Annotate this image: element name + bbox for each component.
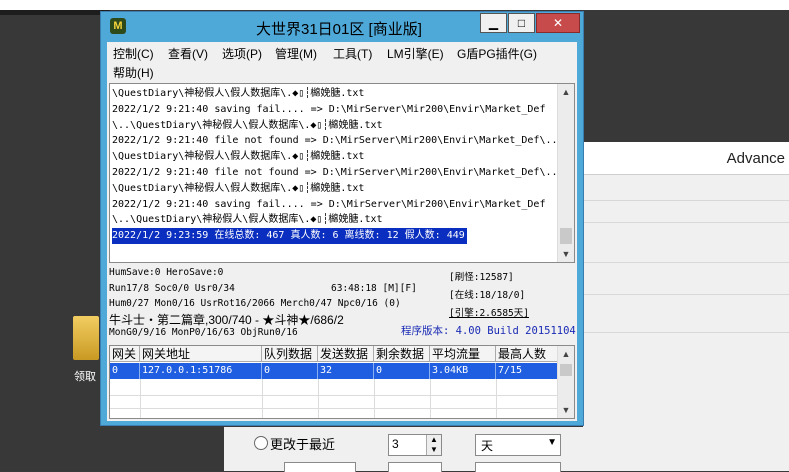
- spinner-arrows-icon[interactable]: ▲ ▼: [426, 435, 441, 455]
- uptime-stat: 63:48:18 [M][F]: [331, 283, 417, 294]
- title-bar[interactable]: M 大世界31日01区 [商业版] ▁ □ ✕: [101, 12, 583, 42]
- scroll-thumb[interactable]: [560, 364, 572, 376]
- grid-line: [496, 379, 497, 418]
- log-textbox[interactable]: \QuestDiary\神秘假人\假人数据库\.◆▯┆檰娩膅.txt 2022/…: [109, 83, 575, 263]
- table-cell: 3.04KB: [430, 363, 496, 379]
- column-header[interactable]: 最高人数: [496, 346, 558, 362]
- window-client: 控制(C) 查看(V) 选项(P) 管理(M) 工具(T) LM引擎(E) G盾…: [107, 42, 577, 421]
- desktop-dark-bar: [0, 10, 110, 15]
- menu-tools[interactable]: 工具(T): [333, 45, 372, 62]
- menu-gshield-plugin[interactable]: G盾PG插件(G): [457, 45, 537, 62]
- bg-row-line: [583, 332, 789, 333]
- mon-stat: MonG0/9/16 MonP0/16/63 ObjRun0/16: [109, 327, 298, 338]
- scroll-up-icon[interactable]: ▲: [558, 84, 574, 100]
- table-row[interactable]: 0 127.0.0.1:51786 0 32 0 3.04KB 7/15: [110, 363, 558, 379]
- column-header[interactable]: 平均流量: [430, 346, 496, 362]
- menu-view[interactable]: 查看(V): [168, 45, 208, 62]
- recent-change-label: 更改于最近: [270, 437, 336, 452]
- maximize-button[interactable]: □: [508, 13, 535, 33]
- log-scrollbar[interactable]: ▲ ▼: [557, 84, 574, 262]
- chevron-down-icon[interactable]: ▼: [547, 437, 557, 448]
- grid-line: [430, 379, 431, 418]
- grid-line: [318, 379, 319, 418]
- grid-line: [110, 408, 558, 409]
- folder-icon[interactable]: [73, 316, 99, 360]
- scroll-thumb[interactable]: [560, 228, 572, 244]
- minimize-button[interactable]: ▁: [480, 13, 507, 33]
- log-line-selected[interactable]: 2022/1/2 9:23:59 在线总数: 467 真人数: 6 离线数: 1…: [112, 228, 467, 244]
- log-line: 2022/1/2 9:21:40 file not found => D:\Mi…: [112, 135, 558, 147]
- column-header[interactable]: 网关: [110, 346, 140, 362]
- table-cell: 0: [374, 363, 430, 379]
- run-stat: Run17/8 Soc0/0 Usr0/34: [109, 283, 235, 294]
- log-line: \..\QuestDiary\神秘假人\假人数据库\.◆▯┆檰娩膅.txt: [112, 119, 383, 131]
- column-header[interactable]: 剩余数据: [374, 346, 430, 362]
- log-line: 2022/1/2 9:21:40 saving fail.... => D:\M…: [112, 198, 546, 210]
- recent-change-radio[interactable]: [254, 436, 268, 450]
- main-window: M 大世界31日01区 [商业版] ▁ □ ✕ 控制(C) 查看(V) 选项(P…: [100, 11, 584, 426]
- fighter-stat: 牛斗士・第二篇章,300/740 - ★斗神★/686/2: [109, 313, 344, 327]
- log-line: 2022/1/2 9:21:40 saving fail.... => D:\M…: [112, 103, 546, 115]
- log-line: \..\QuestDiary\神秘假人\假人数据库\.◆▯┆檰娩膅.txt: [112, 214, 383, 226]
- menu-help[interactable]: 帮助(H): [113, 64, 154, 81]
- scroll-up-icon[interactable]: ▲: [558, 346, 574, 362]
- column-header[interactable]: 队列数据: [262, 346, 318, 362]
- unit-select[interactable]: 天 ▼: [475, 434, 561, 456]
- log-line: \QuestDiary\神秘假人\假人数据库\.◆▯┆檰娩膅.txt: [112, 88, 365, 99]
- background-window: Advance: [583, 142, 789, 471]
- unit-select-value: 天: [481, 439, 494, 453]
- table-scrollbar[interactable]: ▲ ▼: [557, 346, 574, 418]
- table-header: 网关 网关地址 队列数据 发送数据 剩余数据 平均流量 最高人数: [110, 346, 558, 362]
- grid-line: [140, 379, 141, 418]
- column-header[interactable]: 发送数据: [318, 346, 374, 362]
- menu-lm-engine[interactable]: LM引擎(E): [387, 45, 444, 62]
- close-button[interactable]: ✕: [536, 13, 580, 33]
- refresh-monster-stat: [刷怪:12587]: [449, 272, 514, 283]
- log-lines: \QuestDiary\神秘假人\假人数据库\.◆▯┆檰娩膅.txt 2022/…: [112, 86, 560, 247]
- table-cell: 32: [318, 363, 374, 379]
- humsave-stat: HumSave:0 HeroSave:0: [109, 267, 224, 278]
- app-icon[interactable]: M: [110, 18, 126, 34]
- window-title: 大世界31日01区 [商业版]: [256, 21, 422, 38]
- days-spinner[interactable]: 3 ▲ ▼: [388, 434, 442, 456]
- desktop-top-strip: [0, 0, 789, 10]
- bg-row-line: [583, 222, 789, 223]
- status-panel: HumSave:0 HeroSave:0 Run17/8 Soc0/0 Usr0…: [109, 265, 576, 341]
- table-cell: 0: [110, 363, 140, 379]
- log-line: \QuestDiary\神秘假人\假人数据库\.◆▯┆檰娩膅.txt: [112, 151, 365, 163]
- menu-control[interactable]: 控制(C): [113, 45, 154, 62]
- grid-line: [262, 379, 263, 418]
- scroll-down-icon[interactable]: ▼: [558, 402, 574, 418]
- bg-row-line: [583, 200, 789, 201]
- folder-label[interactable]: 领取: [74, 368, 96, 384]
- engine-stat: [引擎:2.6585天]: [449, 308, 529, 319]
- version-text: 程序版本: 4.00 Build 20151104: [401, 325, 576, 337]
- grid-line: [110, 395, 558, 396]
- menu-options[interactable]: 选项(P): [222, 45, 262, 62]
- days-spinner-value: 3: [392, 437, 399, 451]
- column-header[interactable]: 网关地址: [140, 346, 262, 362]
- online-stat: [在线:18/18/0]: [449, 290, 526, 301]
- menu-manage[interactable]: 管理(M): [275, 45, 317, 62]
- grid-line: [374, 379, 375, 418]
- log-line: \QuestDiary\神秘假人\假人数据库\.◆▯┆檰娩膅.txt: [112, 182, 365, 194]
- bg-row-line: [583, 262, 789, 263]
- hum-stat: Hum0/27 Mon0/16 UsrRot16/2066 Merch0/47 …: [109, 298, 401, 309]
- menu-bar: 控制(C) 查看(V) 选项(P) 管理(M) 工具(T) LM引擎(E) G盾…: [107, 42, 577, 82]
- scroll-down-icon[interactable]: ▼: [558, 246, 574, 262]
- background-window-header: Advance: [583, 142, 789, 175]
- table-cell: 127.0.0.1:51786: [140, 363, 262, 379]
- log-line: 2022/1/2 9:21:40 file not found => D:\Mi…: [112, 166, 558, 178]
- table-cell: 7/15: [496, 363, 558, 379]
- background-header-text: Advance: [726, 150, 785, 167]
- gateway-table[interactable]: 网关 网关地址 队列数据 发送数据 剩余数据 平均流量 最高人数 0 127.0…: [109, 345, 575, 419]
- table-cell: 0: [262, 363, 318, 379]
- bg-row-line: [583, 294, 789, 295]
